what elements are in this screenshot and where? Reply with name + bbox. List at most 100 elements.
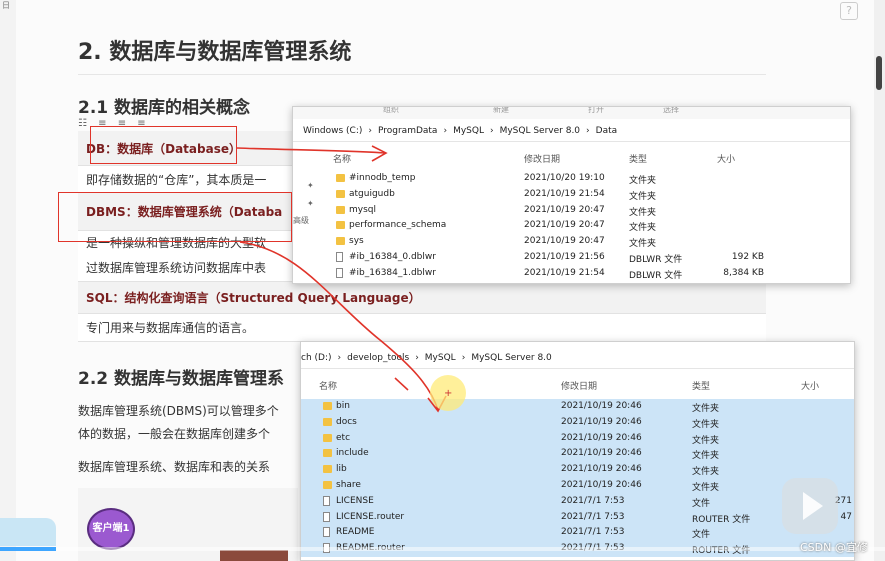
column-size[interactable]: 大小 bbox=[717, 152, 735, 165]
address-bar[interactable]: Windows (C:) › ProgramData › MySQL › MySQL Ser… bbox=[293, 120, 850, 142]
folder-icon bbox=[323, 402, 332, 410]
file-size: 192 KB bbox=[731, 252, 764, 262]
file-date: 2021/10/19 20:47 bbox=[524, 204, 605, 215]
folder-icon bbox=[336, 189, 345, 198]
help-icon[interactable]: ? bbox=[840, 2, 858, 20]
breadcrumb-item[interactable]: Windows (C:) bbox=[303, 126, 362, 136]
ribbon-item[interactable]: 组织 bbox=[383, 107, 399, 115]
breadcrumb-item[interactable]: develop_tools bbox=[347, 353, 409, 363]
video-progress-track[interactable] bbox=[0, 547, 885, 551]
column-date[interactable]: 修改日期 bbox=[561, 379, 597, 392]
breadcrumb-item[interactable]: MySQL bbox=[425, 353, 456, 363]
file-row[interactable]: performance_schema 2021/10/19 20:47 文件夹 bbox=[293, 218, 850, 234]
file-row[interactable]: share 2021/10/19 20:46 文件夹 bbox=[301, 478, 854, 494]
column-type[interactable]: 类型 bbox=[692, 379, 710, 392]
file-row[interactable]: LICENSE.router 2021/7/1 7:53 ROUTER 文件 47 bbox=[301, 509, 854, 526]
file-row[interactable]: lib 2021/10/19 20:46 文件夹 bbox=[301, 462, 854, 478]
breadcrumb-separator-icon: › bbox=[368, 125, 372, 136]
file-name: #ib_16384_0.dblwr bbox=[349, 252, 436, 262]
file-type: 文件夹 bbox=[692, 451, 720, 462]
folder-icon bbox=[336, 174, 345, 182]
breadcrumb-item[interactable]: ProgramData bbox=[378, 126, 437, 136]
file-row[interactable]: #ib_16384_1.dblwr 2021/10/19 21:54 DBLWR 文… bbox=[293, 266, 850, 282]
folder-icon bbox=[336, 205, 345, 214]
file-type: 文件夹 bbox=[629, 223, 657, 234]
breadcrumb-item[interactable]: Data bbox=[596, 126, 618, 136]
file-icon bbox=[323, 527, 330, 538]
file-date: 2021/7/1 7:53 bbox=[561, 527, 625, 538]
ribbon-toolbar: 组织 新建 打开 选择 bbox=[293, 107, 850, 119]
client-node: 客户端1 bbox=[87, 508, 135, 550]
breadcrumb-item[interactable]: MySQL Server 8.0 bbox=[500, 126, 580, 136]
file-type: 文件夹 bbox=[629, 191, 657, 202]
explorer-window-server[interactable]: ch (D:) › develop_tools › MySQL › MySQL Server… bbox=[300, 341, 855, 561]
file-row[interactable]: docs 2021/10/19 20:46 文件夹 bbox=[301, 414, 854, 431]
file-row[interactable]: etc 2021/10/19 20:46 文件夹 bbox=[301, 430, 854, 447]
highlight-box-dbms bbox=[58, 192, 292, 242]
file-name: docs bbox=[336, 416, 357, 427]
file-type: 文件 bbox=[692, 498, 711, 509]
column-name[interactable]: 名称 bbox=[319, 379, 337, 392]
file-date: 2021/10/19 20:47 bbox=[524, 220, 605, 231]
column-name[interactable]: 名称 bbox=[333, 152, 351, 165]
file-type: 文件夹 bbox=[629, 176, 657, 186]
file-type: 文件夹 bbox=[629, 207, 657, 218]
file-row[interactable]: bin 2021/10/19 20:46 文件夹 bbox=[301, 399, 854, 415]
file-row[interactable]: atguigudb 2021/10/19 21:54 文件夹 bbox=[293, 187, 850, 203]
file-date: 2021/7/1 7:53 bbox=[561, 495, 625, 506]
file-row[interactable]: #innodb_temp 2021/10/20 19:10 文件夹 bbox=[293, 171, 850, 187]
breadcrumb-separator-icon: › bbox=[415, 352, 419, 363]
ribbon-item[interactable]: 新建 bbox=[493, 107, 509, 115]
file-name: LICENSE.router bbox=[336, 511, 405, 522]
file-icon bbox=[336, 267, 343, 278]
file-row[interactable]: LICENSE 2021/7/1 7:53 文件 271 bbox=[301, 493, 854, 510]
ribbon-item[interactable]: 选择 bbox=[663, 107, 679, 115]
breadcrumb-separator-icon: › bbox=[461, 352, 466, 363]
breadcrumb-separator-icon: › bbox=[586, 125, 590, 136]
corner-glyph: 日 bbox=[2, 1, 10, 10]
file-icon bbox=[336, 252, 343, 262]
file-name: share bbox=[336, 480, 361, 490]
file-name: etc bbox=[336, 432, 351, 443]
file-name: lib bbox=[336, 464, 347, 475]
file-date: 2021/10/19 20:46 bbox=[561, 464, 642, 475]
address-bar[interactable]: ch (D:) › develop_tools › MySQL › MySQL Server… bbox=[301, 347, 854, 369]
file-date: 2021/10/19 21:54 bbox=[524, 267, 605, 278]
breadcrumb-separator-icon: › bbox=[337, 352, 342, 363]
file-name: bin bbox=[336, 401, 350, 411]
scrollbar-thumb[interactable] bbox=[876, 56, 882, 90]
column-type[interactable]: 类型 bbox=[629, 152, 647, 165]
column-header: 名称 修改日期 类型 大小 bbox=[301, 374, 854, 394]
folder-icon bbox=[323, 433, 332, 442]
ribbon-item[interactable]: 打开 bbox=[588, 107, 604, 115]
file-type: DBLWR 文件 bbox=[629, 255, 683, 265]
file-icon bbox=[323, 511, 330, 522]
file-type: ROUTER 文件 bbox=[692, 514, 751, 525]
explorer-window-data[interactable]: 组织 新建 打开 选择 Windows (C:) › ProgramData › MySQL ›… bbox=[292, 106, 851, 284]
file-row[interactable]: #ib_16384_0.dblwr 2021/10/19 21:56 DBLWR 文… bbox=[293, 250, 850, 266]
video-progress-fill bbox=[0, 547, 56, 551]
breadcrumb-item[interactable]: MySQL Server 8.0 bbox=[471, 353, 551, 363]
file-date: 2021/10/19 20:46 bbox=[561, 480, 642, 490]
file-type: 文件夹 bbox=[692, 467, 720, 478]
folder-icon bbox=[336, 237, 345, 246]
subsection-title-1: 2.1 数据库的相关概念 bbox=[78, 98, 251, 118]
folder-icon bbox=[336, 221, 345, 230]
title-divider bbox=[78, 74, 766, 75]
cursor-icon: + bbox=[444, 388, 453, 399]
file-type: 文件夹 bbox=[692, 483, 720, 493]
file-row[interactable]: mysql 2021/10/19 20:47 文件夹 bbox=[293, 203, 850, 219]
file-date: 2021/7/1 7:53 bbox=[561, 511, 625, 522]
breadcrumb-item[interactable]: ch (D:) bbox=[301, 353, 332, 363]
file-row[interactable]: include 2021/10/19 20:46 文件夹 bbox=[301, 446, 854, 463]
file-row[interactable]: sys 2021/10/19 20:47 文件夹 bbox=[293, 234, 850, 250]
column-size[interactable]: 大小 bbox=[801, 379, 819, 392]
column-date[interactable]: 修改日期 bbox=[524, 152, 560, 165]
file-date: 2021/10/19 21:54 bbox=[524, 188, 605, 199]
folder-icon bbox=[323, 465, 332, 474]
file-type: 文件夹 bbox=[629, 239, 657, 250]
breadcrumb-item[interactable]: MySQL bbox=[453, 126, 484, 136]
file-name: README bbox=[336, 527, 375, 538]
file-row[interactable]: README 2021/7/1 7:53 文件 bbox=[301, 525, 854, 542]
folder-icon bbox=[323, 481, 332, 489]
